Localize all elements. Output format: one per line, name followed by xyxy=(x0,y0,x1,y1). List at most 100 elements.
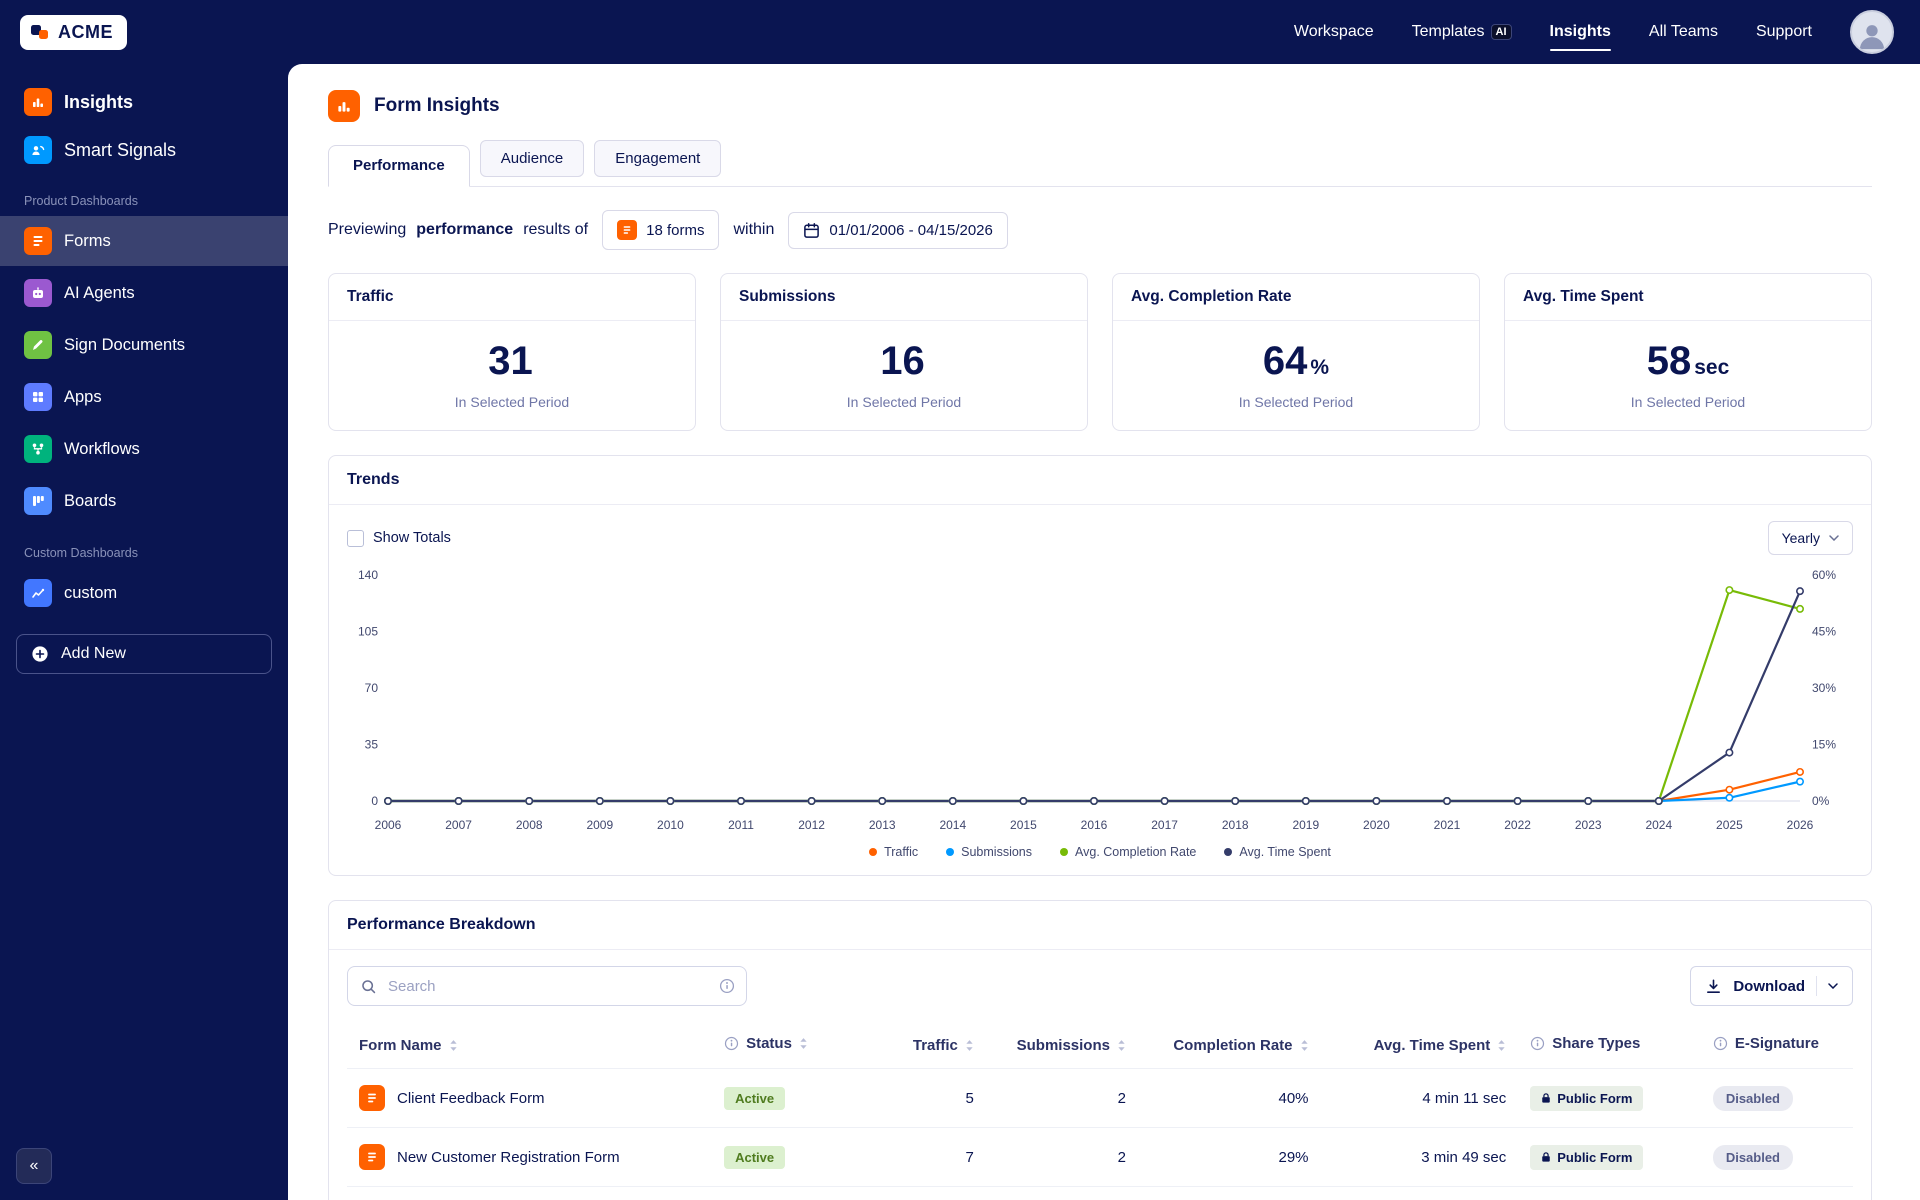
svg-text:2026: 2026 xyxy=(1787,818,1814,832)
sidebar-item-boards[interactable]: Boards xyxy=(0,476,288,526)
show-totals-toggle[interactable]: Show Totals xyxy=(347,529,451,547)
legend-dot xyxy=(1224,848,1233,856)
svg-text:2015: 2015 xyxy=(1010,818,1037,832)
svg-text:30%: 30% xyxy=(1812,681,1836,695)
traffic-value: 5 xyxy=(848,1068,986,1128)
svg-text:2009: 2009 xyxy=(586,818,613,832)
chevron-down-icon xyxy=(1828,983,1838,989)
col-submissions: Submissions xyxy=(1016,1036,1110,1054)
nav-templates[interactable]: Templates AI xyxy=(1412,1,1512,63)
svg-text:2017: 2017 xyxy=(1151,818,1178,832)
date-range-label: 01/01/2006 - 04/15/2026 xyxy=(829,221,993,239)
page-title: Form Insights xyxy=(374,95,500,116)
sort-icon[interactable] xyxy=(449,1039,458,1052)
info-icon[interactable] xyxy=(724,1036,739,1051)
filter-bar: Previewing performance results of 18 for… xyxy=(328,209,1872,251)
form-name[interactable]: Client Feedback Form xyxy=(397,1090,545,1107)
form-name[interactable]: New Customer Registration Form xyxy=(397,1149,620,1166)
nav-insights[interactable]: Insights xyxy=(1549,1,1612,63)
info-icon[interactable] xyxy=(1530,1036,1545,1051)
sort-icon[interactable] xyxy=(799,1037,808,1050)
stat-value: 58 xyxy=(1646,339,1692,383)
download-icon xyxy=(1707,979,1721,993)
stat-card-traffic: Traffic 31 In Selected Period xyxy=(328,273,696,431)
svg-text:2008: 2008 xyxy=(516,818,543,832)
stat-value: 64 xyxy=(1262,339,1308,383)
table-row[interactable]: New Customer Registration Form Active 7 … xyxy=(347,1127,1853,1187)
share-type-badge: Public Form xyxy=(1530,1085,1644,1111)
add-new-button[interactable]: Add New xyxy=(16,634,272,674)
sidebar-item-custom[interactable]: custom xyxy=(0,568,288,618)
sidebar: Insights Smart Signals Product Dashboard… xyxy=(0,64,288,1200)
svg-text:2020: 2020 xyxy=(1363,818,1390,832)
search-info-icon[interactable] xyxy=(719,978,735,999)
stat-title: Traffic xyxy=(329,274,695,321)
show-totals-label: Show Totals xyxy=(373,530,451,546)
sidebar-item-label: Workflows xyxy=(64,439,140,458)
trends-card: Trends Show Totals Yearly 0 35 70 105 140 0% 1… xyxy=(328,455,1872,876)
search-input[interactable] xyxy=(347,966,747,1006)
sort-icon[interactable] xyxy=(1300,1039,1309,1052)
smart-signals-icon xyxy=(24,136,52,164)
sidebar-item-label: Smart Signals xyxy=(64,139,177,160)
legend-dot xyxy=(869,848,878,856)
sidebar-item-sign-documents[interactable]: Sign Documents xyxy=(0,320,288,370)
sort-icon[interactable] xyxy=(1497,1039,1506,1052)
svg-text:15%: 15% xyxy=(1812,738,1836,752)
tab-performance[interactable]: Performance xyxy=(328,145,470,187)
completion-rate-value: 40% xyxy=(1137,1068,1321,1128)
svg-text:0%: 0% xyxy=(1812,794,1830,808)
search-icon xyxy=(360,978,377,1000)
filter-previewing-label: Previewing xyxy=(328,221,407,238)
stat-cards: Traffic 31 In Selected Period Submission… xyxy=(328,273,1872,431)
nav-templates-label: Templates xyxy=(1411,23,1485,40)
stat-title: Avg. Completion Rate xyxy=(1113,274,1479,321)
download-button[interactable]: Download xyxy=(1690,966,1853,1006)
stat-caption: In Selected Period xyxy=(454,394,570,410)
share-type-label: Public Form xyxy=(1557,1149,1633,1165)
forms-filter-button[interactable]: 18 forms xyxy=(602,210,720,250)
interval-select[interactable]: Yearly xyxy=(1767,521,1853,555)
interval-value: Yearly xyxy=(1781,530,1820,546)
acme-logo[interactable]: ACME xyxy=(20,14,127,50)
date-range-button[interactable]: 01/01/2006 - 04/15/2026 xyxy=(788,211,1008,249)
svg-text:2013: 2013 xyxy=(869,818,896,832)
sidebar-item-forms[interactable]: Forms xyxy=(0,216,288,266)
table-row[interactable]: Form Active 4 4 100% 1 min 31 sec Public… xyxy=(347,1186,1853,1200)
svg-text:2023: 2023 xyxy=(1575,818,1602,832)
add-new-label: Add New xyxy=(61,645,126,662)
table-row[interactable]: Client Feedback Form Active 5 2 40% 4 mi… xyxy=(347,1068,1853,1128)
sidebar-item-workflows[interactable]: Workflows xyxy=(0,424,288,474)
avatar[interactable] xyxy=(1850,10,1894,54)
sidebar-item-smart-signals[interactable]: Smart Signals xyxy=(16,126,272,174)
info-icon[interactable] xyxy=(1713,1036,1728,1051)
nav-workspace[interactable]: Workspace xyxy=(1294,1,1374,63)
svg-text:60%: 60% xyxy=(1812,568,1836,582)
ai-badge: AI xyxy=(1490,24,1512,40)
sign-documents-icon xyxy=(24,331,52,359)
tab-audience[interactable]: Audience xyxy=(479,140,585,177)
col-e-signature: E-Signature xyxy=(1734,1035,1819,1052)
sort-icon[interactable] xyxy=(965,1039,974,1052)
ai-agents-icon xyxy=(24,279,52,307)
sort-icon[interactable] xyxy=(1117,1039,1126,1052)
sidebar-collapse-button[interactable]: « xyxy=(16,1148,52,1184)
sidebar-item-insights[interactable]: Insights xyxy=(16,78,272,126)
stat-caption: In Selected Period xyxy=(1238,394,1354,410)
submissions-value: 2 xyxy=(985,1127,1138,1187)
sidebar-item-ai-agents[interactable]: AI Agents xyxy=(0,268,288,318)
completion-rate-value: 29% xyxy=(1137,1127,1321,1187)
nav-support[interactable]: Support xyxy=(1756,1,1812,63)
sidebar-item-label: Forms xyxy=(64,231,111,250)
tab-engagement[interactable]: Engagement xyxy=(594,140,722,177)
show-totals-checkbox[interactable] xyxy=(347,529,364,547)
table-header-row: Form Name Status Traffic Submissions Com… xyxy=(347,1022,1853,1069)
sidebar-item-apps[interactable]: Apps xyxy=(0,372,288,422)
sidebar-item-label: Apps xyxy=(64,387,102,406)
legend-label: Avg. Completion Rate xyxy=(1075,845,1197,859)
nav-all-teams[interactable]: All Teams xyxy=(1649,1,1718,63)
legend-item: Avg. Time Spent xyxy=(1224,845,1331,859)
svg-text:2022: 2022 xyxy=(1504,818,1531,832)
esignature-badge: Disabled xyxy=(1712,1144,1793,1170)
stat-card-time-spent: Avg. Time Spent 58 sec In Selected Period xyxy=(1504,273,1872,431)
